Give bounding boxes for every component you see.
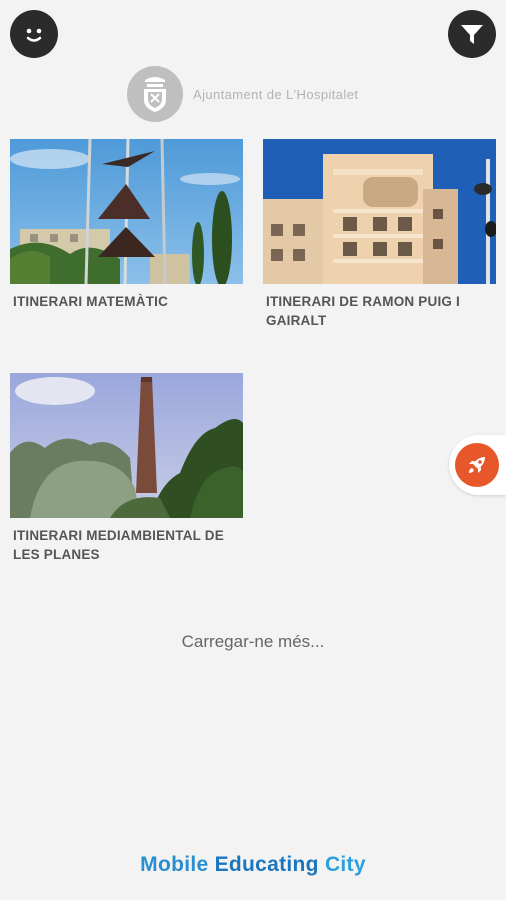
crest-icon (127, 66, 183, 122)
itinerary-card[interactable]: ITINERARI MEDIAMBIENTAL DE LES PLANES (10, 373, 243, 564)
organization-name: Ajuntament de L'Hospitalet (193, 86, 359, 102)
rocket-fab-button[interactable] (449, 435, 506, 495)
brand-logo: Mobile Educating City (0, 853, 506, 877)
rocket-icon (469, 457, 485, 473)
card-title: ITINERARI DE RAMON PUIG I GAIRALT (266, 294, 461, 328)
brand-word-educating: Educating (214, 853, 325, 876)
itinerary-card[interactable]: ITINERARI DE RAMON PUIG I GAIRALT (263, 139, 496, 330)
filter-button[interactable] (448, 10, 496, 58)
city-council-logo: Ajuntament de L'Hospitalet (127, 66, 358, 122)
chimney-trees-photo (10, 373, 243, 518)
smiley-face-icon (26, 28, 42, 42)
sky-triangles-sculpture-photo (10, 139, 243, 284)
card-title: ITINERARI MATEMÀTIC (13, 294, 169, 309)
brand-word-city: City (324, 853, 366, 876)
load-more-button[interactable]: Carregar-ne més... (0, 632, 506, 652)
brand-word-mobile: Mobile (140, 853, 215, 876)
art-deco-building-photo (263, 139, 496, 284)
itinerary-card[interactable]: ITINERARI MATEMÀTIC (10, 139, 243, 311)
menu-button[interactable] (10, 10, 58, 58)
card-title: ITINERARI MEDIAMBIENTAL DE LES PLANES (13, 528, 224, 562)
funnel-filter-icon (461, 25, 483, 44)
